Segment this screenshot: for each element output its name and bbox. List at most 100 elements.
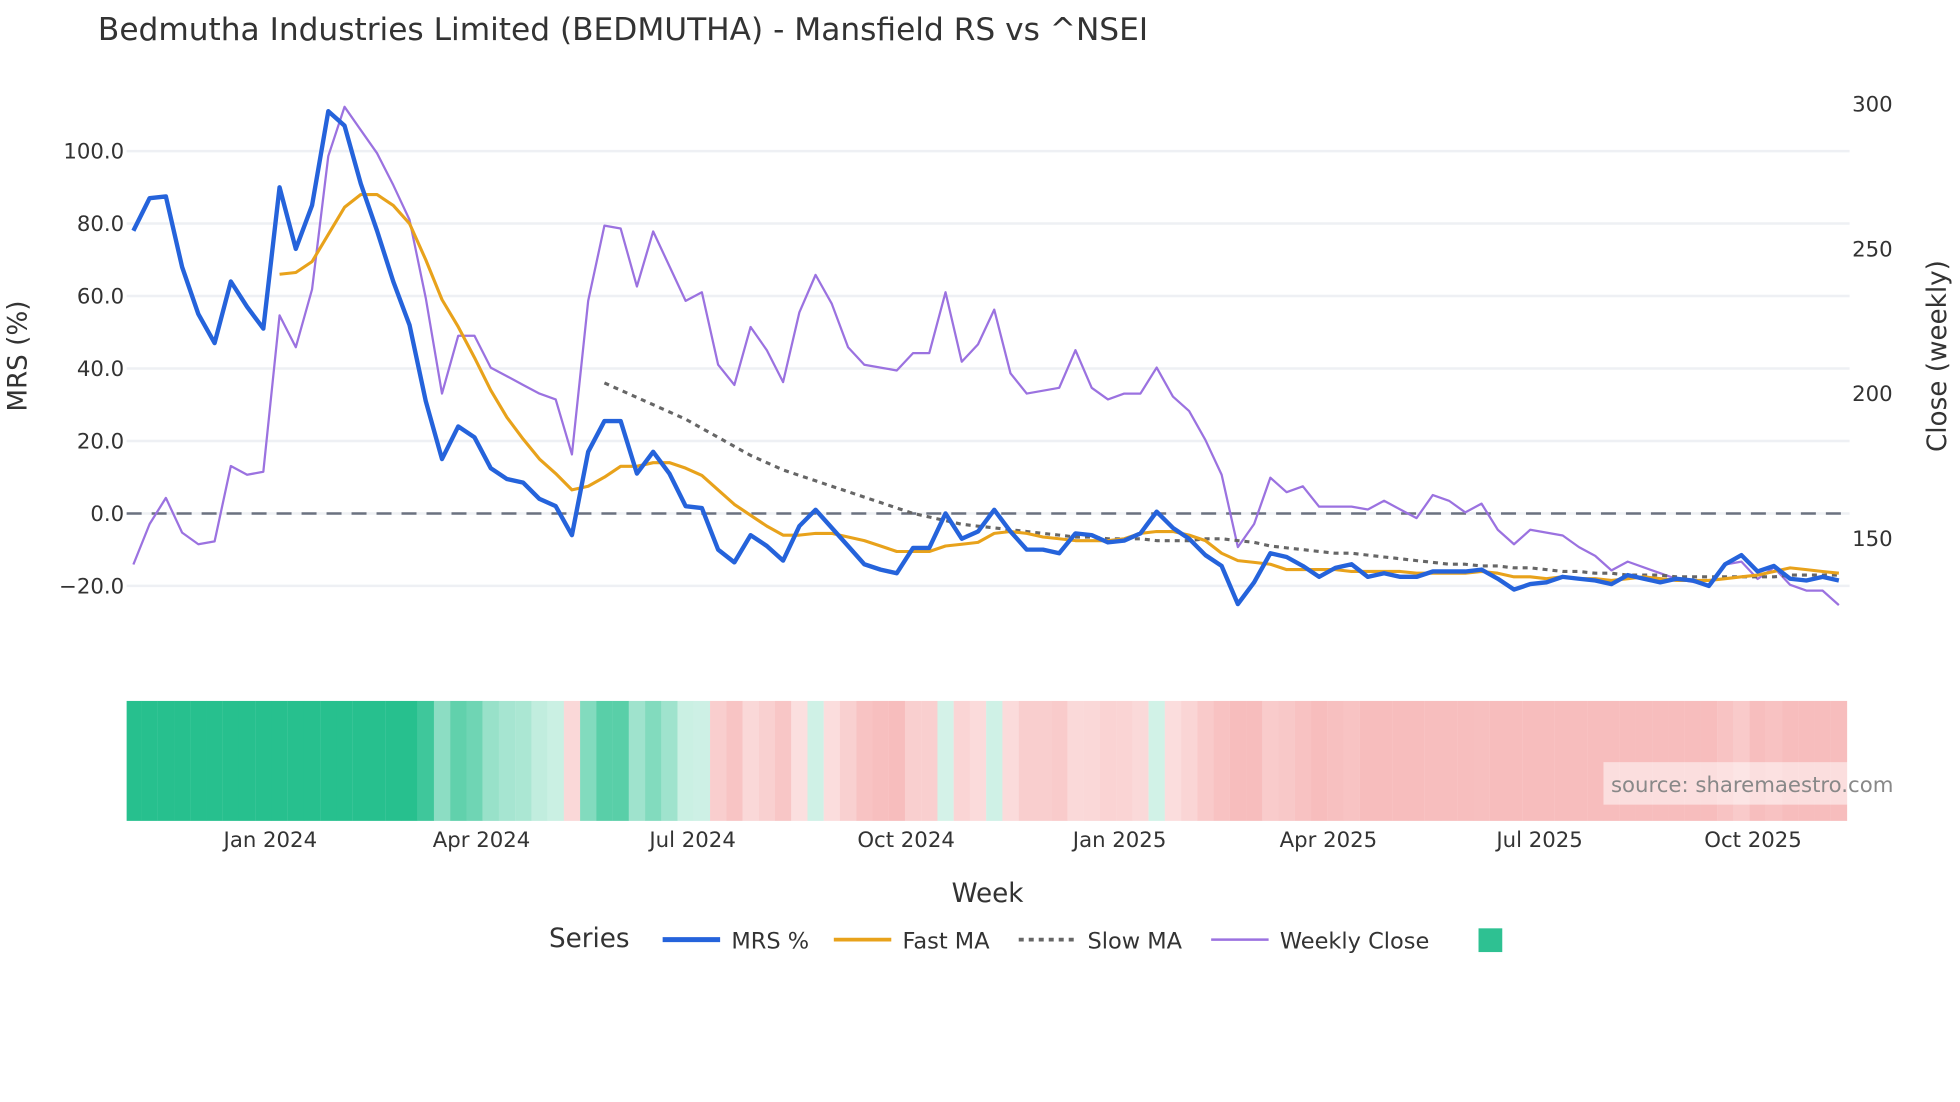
heatmap-cell xyxy=(661,700,678,821)
y2-tick-label: 250 xyxy=(1852,237,1893,262)
heatmap-cell xyxy=(238,700,256,821)
heatmap-cell xyxy=(872,700,889,821)
heatmap-cell xyxy=(1002,700,1019,821)
heatmap-cell xyxy=(710,700,727,821)
chart-title: Bedmutha Industries Limited (BEDMUTHA) -… xyxy=(98,12,1148,48)
heatmap-cell xyxy=(1424,700,1442,821)
legend-item-label[interactable]: MRS % xyxy=(731,928,809,954)
y-tick-label: 40.0 xyxy=(77,357,124,382)
x-tick-label: Oct 2025 xyxy=(1704,828,1802,853)
series-lines xyxy=(131,105,1840,607)
heatmap-cell xyxy=(320,700,337,821)
heatmap-cell xyxy=(953,700,971,821)
heatmap-cell xyxy=(352,700,370,821)
heatmap-cell xyxy=(645,700,662,821)
heatmap-cell xyxy=(775,700,792,821)
x-tick-label: Oct 2024 xyxy=(857,828,955,853)
heatmap-cell xyxy=(1083,700,1100,821)
heatmap-cell xyxy=(1522,700,1539,821)
heatmap-cell xyxy=(368,700,386,821)
mrs-chart: Bedmutha Industries Limited (BEDMUTHA) -… xyxy=(4,12,1953,954)
heatmap-cell xyxy=(1099,700,1117,821)
heatmap-cell xyxy=(287,700,305,821)
heatmap-cell xyxy=(1392,700,1409,821)
heatmap-cell xyxy=(969,700,987,821)
heatmap-cell xyxy=(1197,700,1214,821)
x-tick-label: Apr 2024 xyxy=(433,828,531,853)
heatmap-cell xyxy=(417,700,435,821)
x-tick-label: Jul 2025 xyxy=(1494,828,1582,853)
heatmap-cell xyxy=(1327,700,1344,821)
heatmap-cell xyxy=(547,700,564,821)
heatmap-cell xyxy=(1278,700,1295,821)
heatmap-cell xyxy=(580,700,597,821)
heatmap-cell xyxy=(1051,700,1068,821)
heatmap-cell xyxy=(1440,700,1458,821)
y2-tick-label: 150 xyxy=(1852,527,1893,552)
heatmap-cell xyxy=(1181,700,1198,821)
heatmap-cell xyxy=(433,700,451,821)
heatmap-cell xyxy=(1132,700,1149,821)
x-axis-ticks: Jan 2024 Apr 2024 Jul 2024 Oct 2024 Jan 2025… xyxy=(222,828,1802,853)
heatmap-cell xyxy=(937,700,954,821)
heatmap-cell xyxy=(1246,700,1263,821)
heatmap-cell xyxy=(1148,700,1165,821)
y2-axis-title: Close (weekly) xyxy=(1923,260,1953,452)
heatmap-cell xyxy=(677,700,694,821)
y-tick-label: 20.0 xyxy=(77,429,124,454)
heatmap-cell xyxy=(839,700,857,821)
heatmap-cell xyxy=(742,700,759,821)
regime-heatmap xyxy=(126,700,1848,821)
legend-title: Series xyxy=(549,924,630,954)
x-tick-label: Apr 2025 xyxy=(1280,828,1378,853)
heatmap-cell xyxy=(921,700,938,821)
heatmap-cell xyxy=(401,700,418,821)
heatmap-cell xyxy=(303,700,321,821)
legend-item-label[interactable]: Fast MA xyxy=(903,928,991,954)
x-tick-label: Jan 2024 xyxy=(222,828,318,853)
heatmap-cell xyxy=(336,700,353,821)
heatmap-cell xyxy=(726,700,743,821)
heatmap-cell xyxy=(1554,700,1572,821)
series-line-mrs xyxy=(131,109,1840,607)
heatmap-cell xyxy=(222,700,240,821)
heatmap-cell xyxy=(531,700,548,821)
legend-item-label[interactable]: Slow MA xyxy=(1087,928,1182,954)
heatmap-cell xyxy=(693,700,711,821)
legend-heatmap-swatch[interactable] xyxy=(1478,928,1503,953)
heatmap-cell xyxy=(628,700,646,821)
y-tick-label: −20.0 xyxy=(59,574,124,599)
y2-tick-label: 200 xyxy=(1852,382,1893,407)
heatmap-cell xyxy=(1311,700,1328,821)
y2-tick-label: 300 xyxy=(1852,92,1893,117)
heatmap-cell xyxy=(612,700,629,821)
heatmap-cell xyxy=(758,700,776,821)
x-tick-label: Jul 2024 xyxy=(647,828,735,853)
y-tick-label: 60.0 xyxy=(77,285,124,310)
heatmap-cell xyxy=(141,700,158,821)
heatmap-cell xyxy=(986,700,1003,821)
heatmap-cell xyxy=(596,700,613,821)
heatmap-cell xyxy=(1359,700,1377,821)
y-tick-label: 0.0 xyxy=(90,502,124,527)
heatmap-cell xyxy=(856,700,873,821)
heatmap-cell xyxy=(1116,700,1133,821)
legend-item-label[interactable]: Weekly Close xyxy=(1280,928,1429,954)
heatmap-cell xyxy=(1164,700,1182,821)
heatmap-cell xyxy=(271,700,288,821)
heatmap-cell xyxy=(1034,700,1052,821)
heatmap-cell xyxy=(255,700,272,821)
heatmap-cell xyxy=(904,700,922,821)
heatmap-cell xyxy=(1375,700,1393,821)
heatmap-cell xyxy=(1213,700,1230,821)
y2-axis-ticks: 300 250 200 150 xyxy=(1852,92,1893,552)
heatmap-cell xyxy=(190,700,207,821)
heatmap-cell xyxy=(563,700,581,821)
heatmap-cell xyxy=(1473,700,1490,821)
heatmap-cell xyxy=(1018,700,1036,821)
y-axis-title: MRS (%) xyxy=(4,300,34,411)
heatmap-cell xyxy=(1408,700,1425,821)
heatmap-cell xyxy=(791,700,808,821)
heatmap-cell xyxy=(888,700,906,821)
heatmap-cell xyxy=(174,700,191,821)
